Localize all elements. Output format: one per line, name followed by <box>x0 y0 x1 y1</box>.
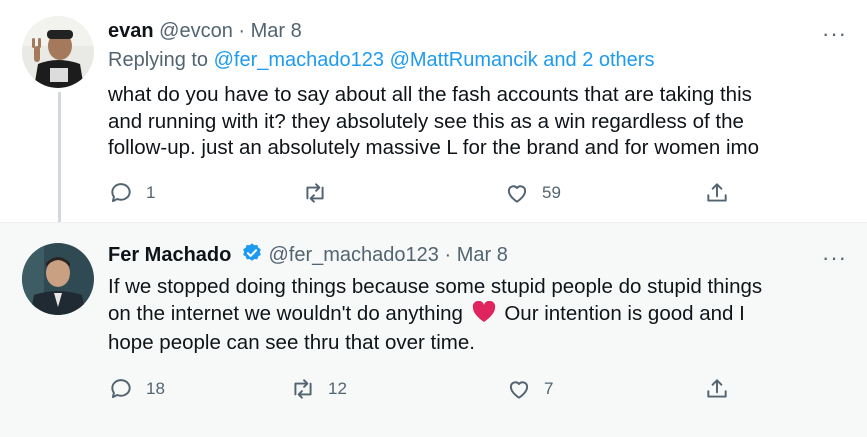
separator-dot: · <box>444 244 452 266</box>
share-button[interactable] <box>704 374 730 404</box>
tweet-text-line: follow-up. just an absolutely massive L … <box>108 136 760 159</box>
reply-count: 18 <box>146 379 165 398</box>
tweet-header: Fer Machado @fer_machado123 · Mar 8 <box>108 242 508 271</box>
author-handle[interactable]: @fer_machado123 <box>268 244 438 266</box>
avatar-fer-machado-image <box>22 243 94 315</box>
retweet-icon <box>306 183 324 203</box>
reply-button[interactable]: 1 <box>108 178 155 208</box>
tweet-text-line: what do you have to say about all the fa… <box>108 83 752 106</box>
avatar-fer-machado[interactable] <box>22 243 94 315</box>
avatar-evan[interactable] <box>22 16 94 88</box>
tweet-evan[interactable]: evan @evcon · Mar 8 ··· Replying to @fer… <box>0 0 867 222</box>
tweet-date[interactable]: Mar 8 <box>251 20 302 42</box>
heart-icon <box>509 381 529 399</box>
share-icon <box>707 183 727 202</box>
separator-dot: · <box>238 20 246 42</box>
author-name[interactable]: evan <box>108 20 154 42</box>
tweet-actions: 18 12 7 <box>108 374 748 404</box>
more-options-icon[interactable]: ··· <box>822 247 847 269</box>
share-icon <box>707 379 727 398</box>
tweet-text-line: on the internet we wouldn't do anything … <box>108 300 848 331</box>
more-options-icon[interactable]: ··· <box>822 23 847 45</box>
reply-button[interactable]: 18 <box>108 374 165 404</box>
retweet-count: 12 <box>328 379 347 398</box>
tweet-text: If we stopped doing things because some … <box>108 274 848 357</box>
heart-icon <box>507 185 527 203</box>
like-button[interactable]: 7 <box>506 374 553 404</box>
author-handle[interactable]: @evcon <box>159 20 233 42</box>
tweet-text-segment: on the internet we wouldn't do anything <box>108 301 463 325</box>
replying-to-label: Replying to <box>108 49 209 71</box>
like-count: 59 <box>542 183 561 202</box>
like-button[interactable]: 59 <box>504 178 561 208</box>
tweet-text-line: hope people can see thru that over time. <box>108 331 475 354</box>
retweet-button[interactable]: 12 <box>290 374 347 404</box>
replying-to: Replying to @fer_machado123 @MattRumanci… <box>108 49 654 72</box>
tweet-text-line: and running with it? they absolutely see… <box>108 109 744 133</box>
tweet-text-segment: Our intention is good and I <box>504 301 745 325</box>
reply-count: 1 <box>146 183 156 202</box>
replying-to-accounts[interactable]: @fer_machado123 @MattRumancik and 2 othe… <box>214 49 655 71</box>
tweet-text: what do you have to say about all the fa… <box>108 82 848 162</box>
retweet-button[interactable] <box>302 178 340 208</box>
tweet-header: evan @evcon · Mar 8 <box>108 18 302 44</box>
share-button[interactable] <box>704 178 730 208</box>
verified-badge-icon <box>241 242 263 271</box>
tweet-text-line: If we stopped doing things because some … <box>108 275 763 298</box>
red-heart-emoji-icon <box>472 300 496 331</box>
thread-connector-line <box>58 92 61 222</box>
author-name[interactable]: Fer Machado <box>108 244 231 266</box>
tweet-actions: 1 59 <box>108 178 748 208</box>
avatar-evan-image <box>22 16 94 88</box>
like-count: 7 <box>544 379 554 398</box>
reply-icon <box>111 183 131 203</box>
reply-icon <box>111 379 131 399</box>
retweet-icon <box>294 379 312 399</box>
tweet-date[interactable]: Mar 8 <box>457 244 508 266</box>
